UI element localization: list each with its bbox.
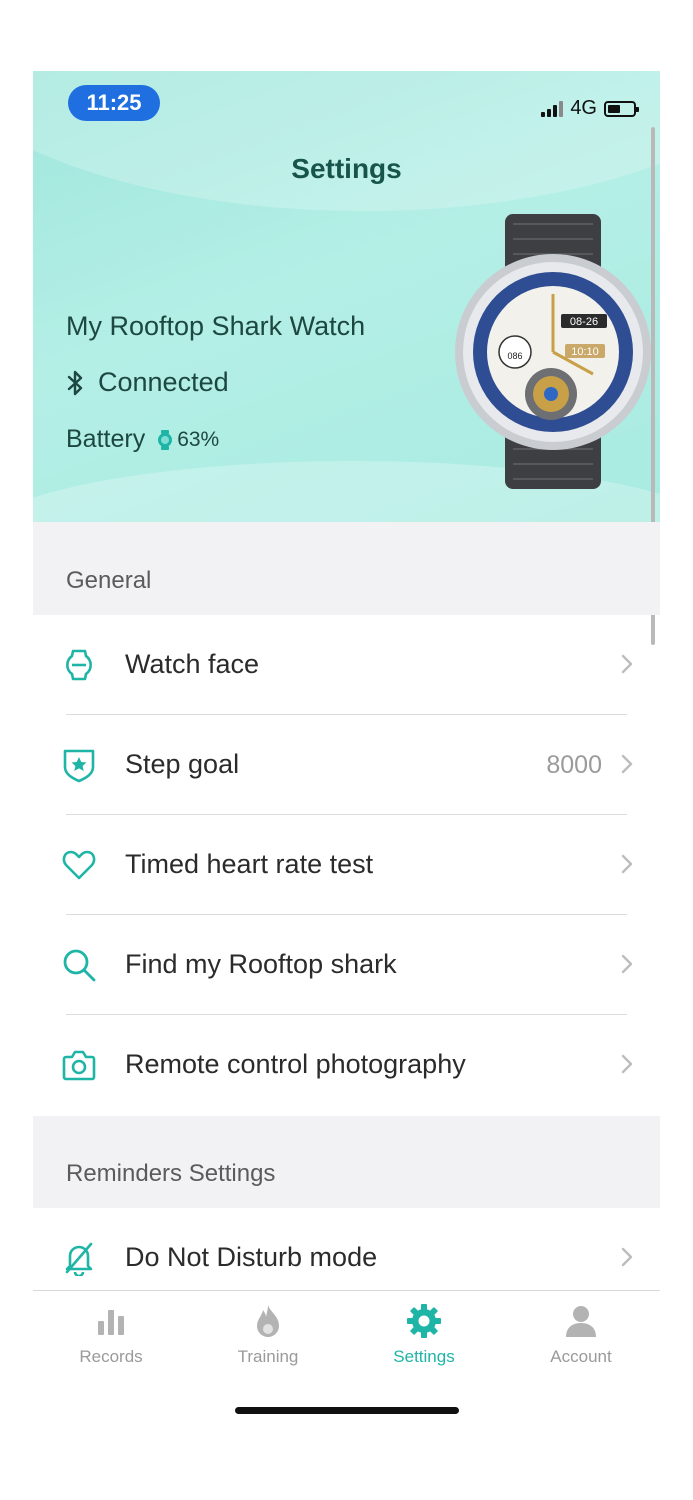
row-remote-photography[interactable]: Remote control photography [33, 1015, 660, 1115]
page-title: Settings [291, 153, 402, 184]
watch-date: 08-26 [570, 316, 598, 328]
row-watch-face[interactable]: Watch face [33, 615, 660, 715]
tab-training[interactable]: Training [198, 1301, 338, 1367]
tab-records[interactable]: Records [41, 1301, 181, 1367]
shield-star-icon [63, 749, 95, 783]
connection-status: Connected [66, 367, 229, 398]
heart-icon [62, 850, 96, 880]
tab-label: Training [237, 1347, 299, 1366]
battery-percent: 63% [177, 427, 220, 451]
bell-off-icon [65, 1242, 93, 1276]
chevron-right-icon [621, 954, 633, 974]
battery-level: 63% [157, 428, 219, 452]
network-label: 4G [570, 97, 597, 119]
tab-settings[interactable]: Settings [354, 1301, 494, 1367]
chevron-right-icon [621, 1247, 633, 1267]
battery-label: Battery [66, 425, 146, 453]
chevron-right-icon [621, 1054, 633, 1074]
chevron-right-icon [621, 654, 633, 674]
status-indicators: 4G [541, 97, 639, 120]
row-label: Step goal [125, 749, 240, 779]
battery-status-icon [604, 100, 639, 117]
row-label: Remote control photography [125, 1049, 466, 1079]
search-icon [63, 949, 96, 982]
tab-label: Settings [393, 1347, 455, 1366]
device-header: 11:25 4G Settings My Rooftop Shark Watch… [33, 71, 660, 522]
row-label: Find my Rooftop shark [125, 949, 397, 979]
signal-icon [541, 100, 564, 117]
watch-time: 10:10 [571, 346, 599, 358]
tab-account[interactable]: Account [511, 1301, 651, 1367]
chevron-right-icon [621, 754, 633, 774]
row-label: Watch face [125, 649, 260, 679]
row-step-goal[interactable]: Step goal 8000 [33, 715, 660, 815]
bluetooth-icon [67, 370, 83, 395]
chevron-right-icon [621, 854, 633, 874]
device-name: My Rooftop Shark Watch [66, 311, 366, 341]
connection-label: Connected [98, 367, 229, 397]
section-title: Reminders Settings [66, 1160, 276, 1187]
watch-heart-rate: 086 [507, 351, 522, 361]
tab-label: Records [79, 1347, 143, 1366]
row-label: Do Not Disturb mode [125, 1242, 378, 1272]
status-time: 11:25 [68, 85, 160, 121]
watch-battery-icon [158, 429, 173, 450]
person-icon [566, 1306, 596, 1337]
row-heart-rate-test[interactable]: Timed heart rate test [33, 815, 660, 915]
step-goal-value: 8000 [546, 751, 602, 779]
flame-icon [257, 1305, 279, 1337]
tab-bar: Records Training Settings Account [33, 1290, 660, 1440]
watch-face-icon [66, 649, 92, 681]
tab-label: Account [550, 1347, 612, 1366]
row-find-device[interactable]: Find my Rooftop shark [33, 915, 660, 1015]
watch-image: 08-26 10:10 086 [455, 214, 651, 489]
camera-icon [62, 1050, 96, 1081]
row-label: Timed heart rate test [125, 849, 374, 879]
phone-screen: 11:25 4G Settings My Rooftop Shark Watch… [33, 71, 660, 1440]
section-title: General [66, 567, 152, 594]
section-header-general: General [33, 522, 660, 615]
gear-icon [407, 1304, 441, 1338]
bar-chart-icon [98, 1310, 124, 1335]
home-indicator[interactable] [235, 1407, 459, 1414]
battery-row: Battery 63% [66, 425, 219, 454]
section-header-reminders: Reminders Settings [33, 1116, 660, 1208]
